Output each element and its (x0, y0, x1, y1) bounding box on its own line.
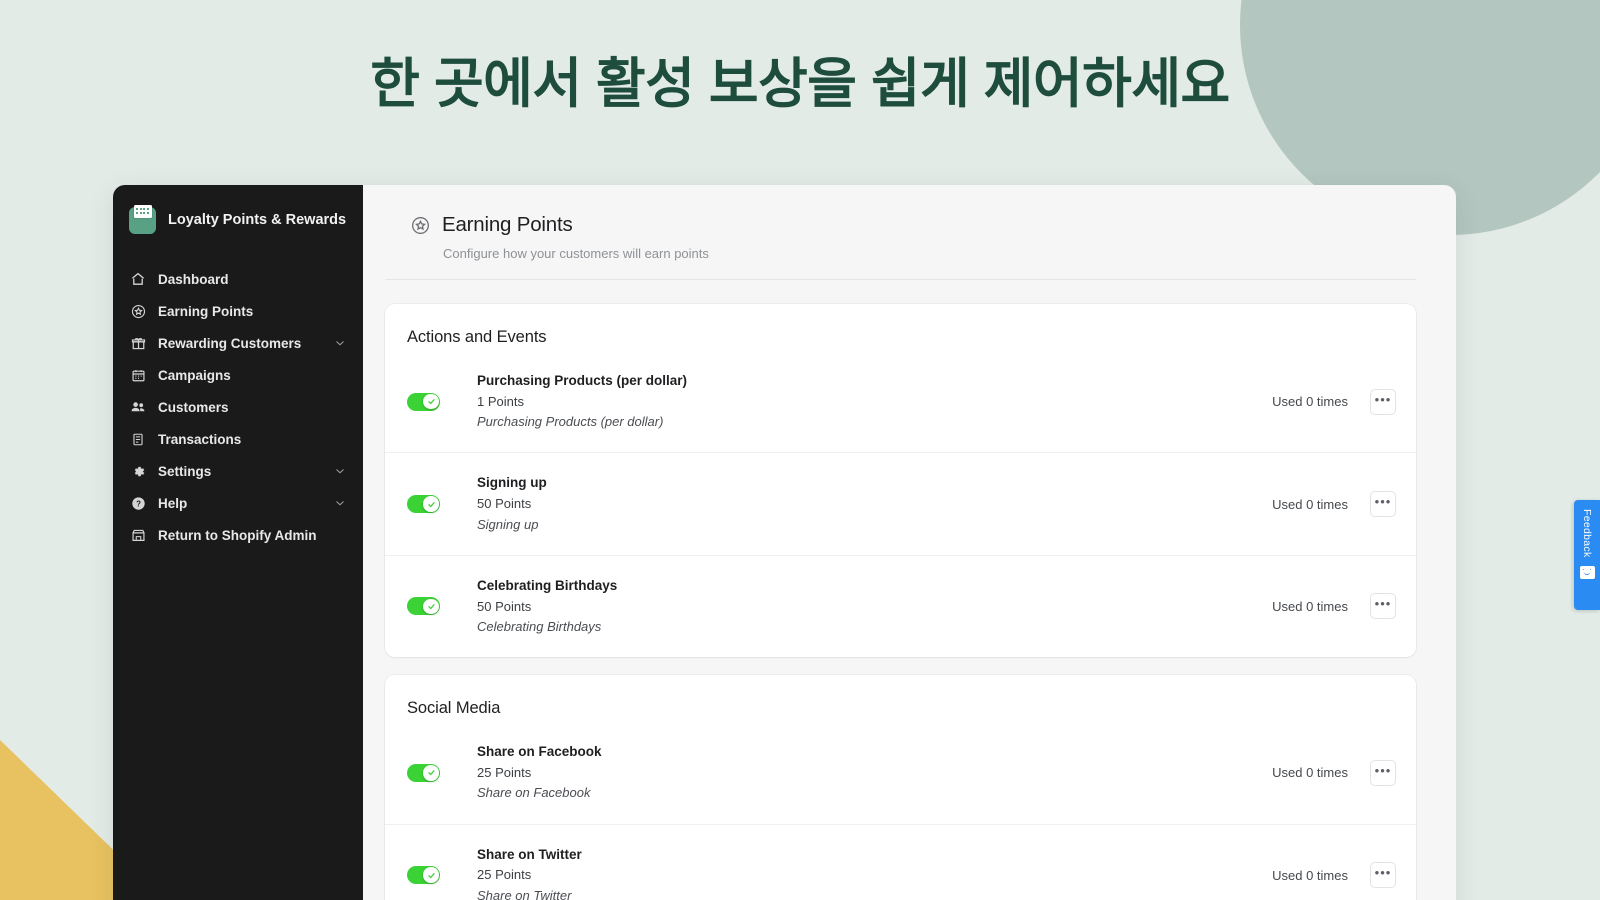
row-points: 1 Points (477, 393, 524, 409)
enable-toggle[interactable] (407, 866, 440, 885)
row-title: Share on Facebook (477, 744, 602, 760)
people-icon (130, 399, 146, 415)
row-menu-button[interactable]: ••• (1370, 388, 1396, 415)
chevron-down-icon[interactable] (333, 496, 347, 510)
store-icon (130, 527, 146, 543)
app-logo-icon (129, 204, 156, 234)
card-social-media: Social Media Share on Facebook 25 Points… (385, 675, 1416, 900)
row-title: Share on Twitter (477, 846, 582, 862)
toggle-knob (423, 496, 439, 512)
sidebar-item-label: Help (158, 495, 188, 511)
row-title: Celebrating Birthdays (477, 577, 618, 593)
sidebar-item-label: Settings (158, 463, 212, 479)
page-subtitle: Configure how your customers will earn p… (443, 246, 709, 261)
enable-toggle[interactable] (407, 763, 440, 782)
row-texts: Signing up 50 Points Signing up (477, 475, 1272, 532)
row-points: 50 Points (477, 496, 532, 512)
row-usage-count: Used 0 times (1272, 598, 1348, 614)
row-menu-button[interactable]: ••• (1370, 862, 1396, 889)
table-row[interactable]: Celebrating Birthdays 50 Points Celebrat… (385, 554, 1416, 657)
row-points: 25 Points (477, 765, 532, 780)
table-row[interactable]: Signing up 50 Points Signing up Used 0 t… (385, 452, 1416, 554)
sidebar-item-campaigns[interactable]: Campaigns (113, 359, 363, 391)
card-title: Social Media (407, 699, 501, 718)
page-header: Earning Points Configure how your custom… (363, 185, 1456, 261)
row-title: Signing up (477, 475, 547, 491)
row-description: Purchasing Products (per dollar) (477, 414, 664, 430)
row-title: Purchasing Products (per dollar) (477, 373, 688, 388)
gear-icon (130, 463, 146, 479)
enable-toggle[interactable] (407, 495, 440, 514)
receipt-icon (130, 431, 146, 447)
sidebar-item-label: Dashboard (158, 271, 229, 287)
sidebar-item-help[interactable]: ? Help (113, 487, 363, 519)
brand[interactable]: Loyalty Points & Rewards (113, 203, 363, 237)
page-title-row: Earning Points (410, 213, 1416, 237)
sidebar-item-customers[interactable]: Customers (113, 391, 363, 423)
table-row[interactable]: Share on Facebook 25 Points Share on Fac… (385, 722, 1416, 823)
row-usage-count: Used 0 times (1272, 394, 1348, 410)
row-points: 50 Points (477, 598, 532, 614)
star-circle-icon (410, 215, 430, 235)
row-texts: Share on Facebook 25 Points Share on Fac… (477, 744, 1272, 801)
row-points: 25 Points (477, 867, 532, 883)
table-row[interactable]: Purchasing Products (per dollar) 1 Point… (385, 351, 1416, 452)
table-row[interactable]: Share on Twitter 25 Points Share on Twit… (385, 823, 1416, 900)
sidebar-item-label: Customers (158, 399, 229, 415)
home-icon (130, 271, 146, 287)
row-description: Share on Facebook (477, 785, 591, 801)
smiley-envelope-icon (1579, 565, 1595, 579)
row-texts: Celebrating Birthdays 50 Points Celebrat… (477, 578, 1272, 635)
sidebar-item-dashboard[interactable]: Dashboard (113, 263, 363, 295)
row-description: Share on Twitter (477, 887, 572, 900)
main-content: Earning Points Configure how your custom… (363, 185, 1456, 900)
brand-name: Loyalty Points & Rewards (168, 212, 347, 228)
sidebar-item-label: Rewarding Customers (158, 335, 302, 351)
sidebar-item-rewarding-customers[interactable]: Rewarding Customers (113, 327, 363, 359)
star-circle-icon (130, 303, 146, 319)
toggle-knob (423, 598, 439, 615)
card-actions-and-events: Actions and Events Purchasing Products (… (385, 304, 1416, 658)
sidebar-item-label: Campaigns (158, 367, 231, 383)
row-menu-button[interactable]: ••• (1370, 491, 1396, 518)
chevron-down-icon[interactable] (333, 336, 347, 350)
sidebar-item-label: Earning Points (158, 303, 254, 319)
app-window: Loyalty Points & Rewards Dashboard Earni… (113, 185, 1456, 900)
row-description: Signing up (477, 516, 539, 532)
row-texts: Share on Twitter 25 Points Share on Twit… (477, 847, 1272, 900)
sidebar-item-settings[interactable]: Settings (113, 455, 363, 487)
calendar-icon (130, 367, 146, 383)
enable-toggle[interactable] (407, 597, 440, 616)
svg-text:?: ? (136, 499, 141, 508)
chevron-down-icon[interactable] (333, 464, 347, 478)
row-texts: Purchasing Products (per dollar) 1 Point… (477, 373, 1272, 430)
sidebar-item-label: Return to Shopify Admin (158, 527, 317, 543)
row-usage-count: Used 0 times (1272, 496, 1348, 512)
feedback-tab[interactable]: Feedback (1574, 500, 1600, 610)
sidebar-item-label: Transactions (158, 431, 242, 447)
settings-list: Actions and Events Purchasing Products (… (363, 280, 1456, 900)
row-description: Celebrating Birthdays (477, 618, 602, 634)
row-menu-button[interactable]: ••• (1370, 593, 1396, 620)
sidebar: Loyalty Points & Rewards Dashboard Earni… (113, 185, 363, 900)
question-circle-icon: ? (130, 495, 146, 511)
toggle-knob (423, 867, 439, 883)
row-menu-button[interactable]: ••• (1370, 759, 1396, 786)
enable-toggle[interactable] (407, 392, 440, 411)
row-usage-count: Used 0 times (1272, 867, 1348, 883)
page-title: Earning Points (442, 213, 573, 236)
page-headline: 한 곳에서 활성 보상을 쉽게 제어하세요 (370, 54, 1230, 114)
card-title: Actions and Events (407, 328, 547, 346)
feedback-label: Feedback (1581, 509, 1593, 558)
row-usage-count: Used 0 times (1272, 765, 1348, 781)
gift-icon (130, 335, 146, 351)
sidebar-item-transactions[interactable]: Transactions (113, 423, 363, 455)
toggle-knob (423, 393, 439, 410)
sidebar-item-earning-points[interactable]: Earning Points (113, 295, 363, 327)
sidebar-item-return-to-shopify-admin[interactable]: Return to Shopify Admin (113, 519, 363, 551)
toggle-knob (423, 765, 439, 781)
